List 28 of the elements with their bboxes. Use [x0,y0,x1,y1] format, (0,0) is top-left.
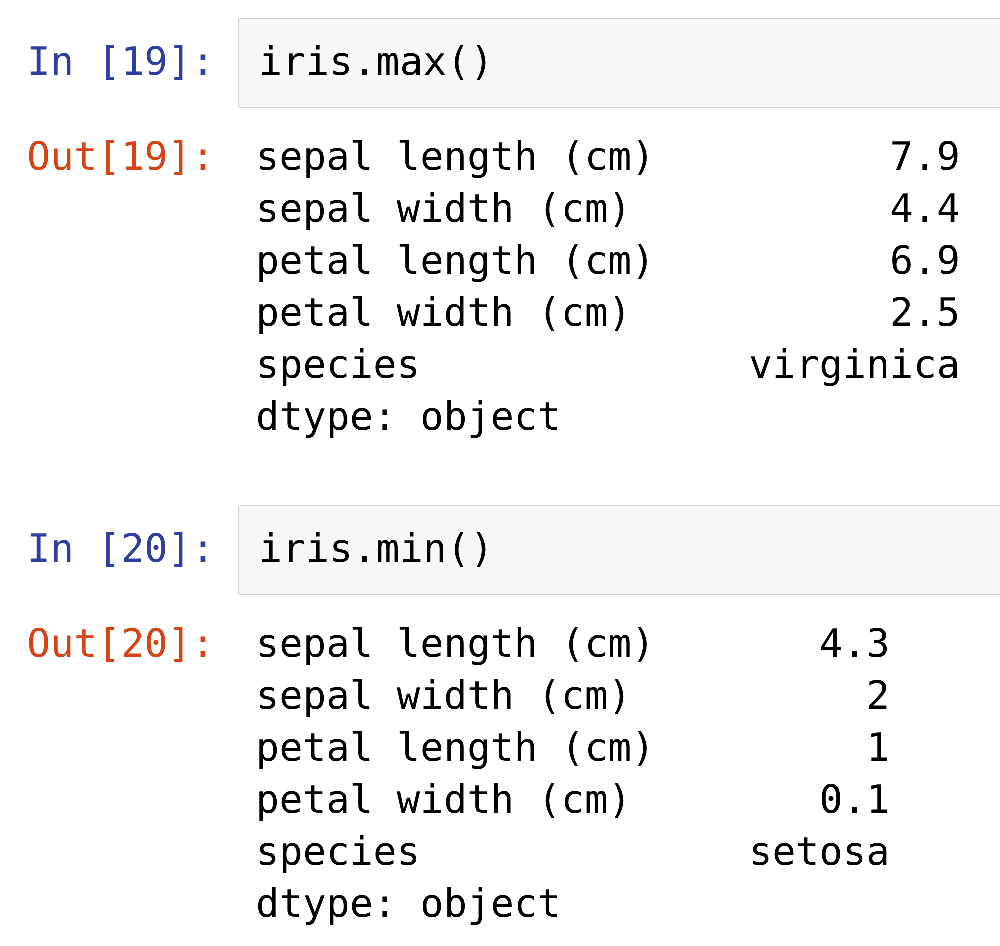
dtype-label: dtype: object [256,882,562,927]
series-value: 4.4 [890,186,960,234]
dtype-label: dtype: object [256,395,562,440]
index-label: sepal width (cm) [256,186,633,234]
series-value: 7.9 [890,134,960,182]
index-label: sepal width (cm) [256,673,633,721]
index-label: species [256,829,422,877]
index-label: species [256,342,422,390]
output-prompt: Out[20]: [27,621,215,669]
series-value: 4.3 [820,621,890,669]
input-prompt: In [20]: [27,526,215,574]
series-value: 1 [866,725,890,773]
code-input[interactable]: iris.min() [238,505,1000,595]
input-prompt: In [19]: [27,39,215,87]
series-value: 0.1 [820,777,890,825]
index-label: petal width (cm) [256,290,633,338]
series-value: setosa [749,829,890,877]
series-value: 2 [866,673,890,721]
index-label: petal length (cm) [256,238,656,286]
series-value: virginica [749,342,960,390]
index-label: sepal length (cm) [256,134,656,182]
series-value: 6.9 [890,238,960,286]
index-label: petal width (cm) [256,777,633,825]
index-label: petal length (cm) [256,725,656,773]
index-label: sepal length (cm) [256,621,656,669]
code-input[interactable]: iris.max() [238,18,1000,108]
series-value: 2.5 [890,290,960,338]
output-prompt: Out[19]: [27,134,215,182]
